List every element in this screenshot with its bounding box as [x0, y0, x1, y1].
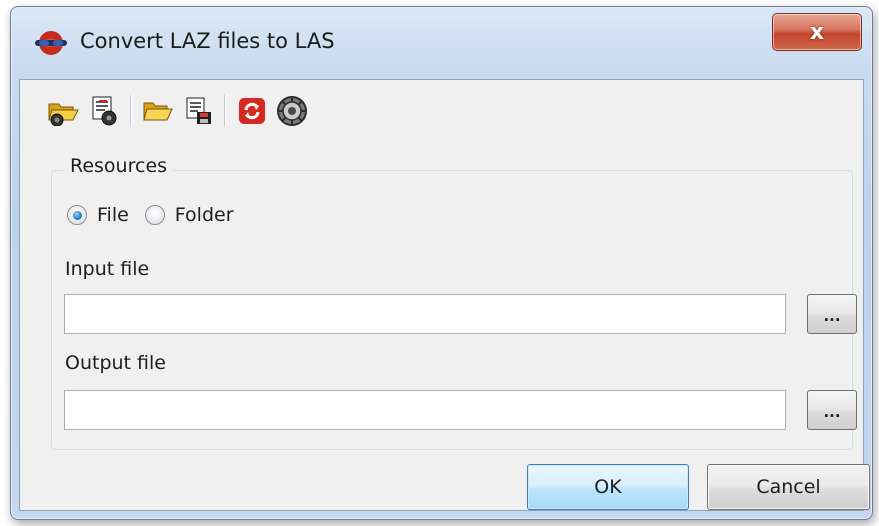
refresh-icon [239, 98, 265, 124]
input-browse-button[interactable]: ... [807, 294, 857, 334]
output-file-field[interactable] [64, 390, 786, 430]
output-file-label: Output file [65, 352, 166, 374]
save-file-button[interactable] [178, 91, 218, 131]
cancel-button[interactable]: Cancel [707, 464, 870, 510]
toolbar-separator [130, 95, 132, 127]
settings-gear-icon [277, 96, 307, 126]
source-type-radio-group: File Folder [67, 204, 234, 226]
input-file-field[interactable] [64, 294, 786, 334]
folder-radio-label[interactable]: Folder [175, 204, 234, 226]
save-settings-icon [92, 96, 117, 126]
title-bar[interactable]: Convert LAZ files to LAS x [11, 7, 872, 77]
input-file-label: Input file [65, 258, 150, 280]
radio-selected-dot [72, 210, 82, 220]
save-file-icon [186, 97, 211, 124]
client-area: Resources File Folder Input file ... Out… [19, 79, 870, 511]
toolbar-separator [224, 95, 226, 127]
file-radio[interactable] [67, 205, 87, 225]
ok-button[interactable]: OK [527, 464, 689, 510]
dialog-window: Convert LAZ files to LAS x Resources Fil… [10, 6, 873, 520]
app-globe-icon [35, 31, 67, 55]
output-browse-button[interactable]: ... [807, 390, 857, 430]
refresh-button[interactable] [232, 91, 272, 131]
window-title: Convert LAZ files to LAS [80, 29, 335, 53]
resources-group-label: Resources [64, 155, 174, 177]
open-folder-icon [143, 102, 173, 121]
close-button[interactable]: x [772, 13, 862, 51]
folder-radio[interactable] [144, 205, 165, 225]
open-settings-button[interactable] [44, 91, 84, 131]
process-settings-button[interactable] [272, 91, 312, 131]
toolbar [44, 88, 312, 134]
close-icon: x [809, 19, 825, 45]
open-file-button[interactable] [138, 91, 178, 131]
open-settings-icon [48, 103, 79, 126]
file-radio-label[interactable]: File [97, 204, 129, 226]
save-settings-button[interactable] [84, 91, 124, 131]
